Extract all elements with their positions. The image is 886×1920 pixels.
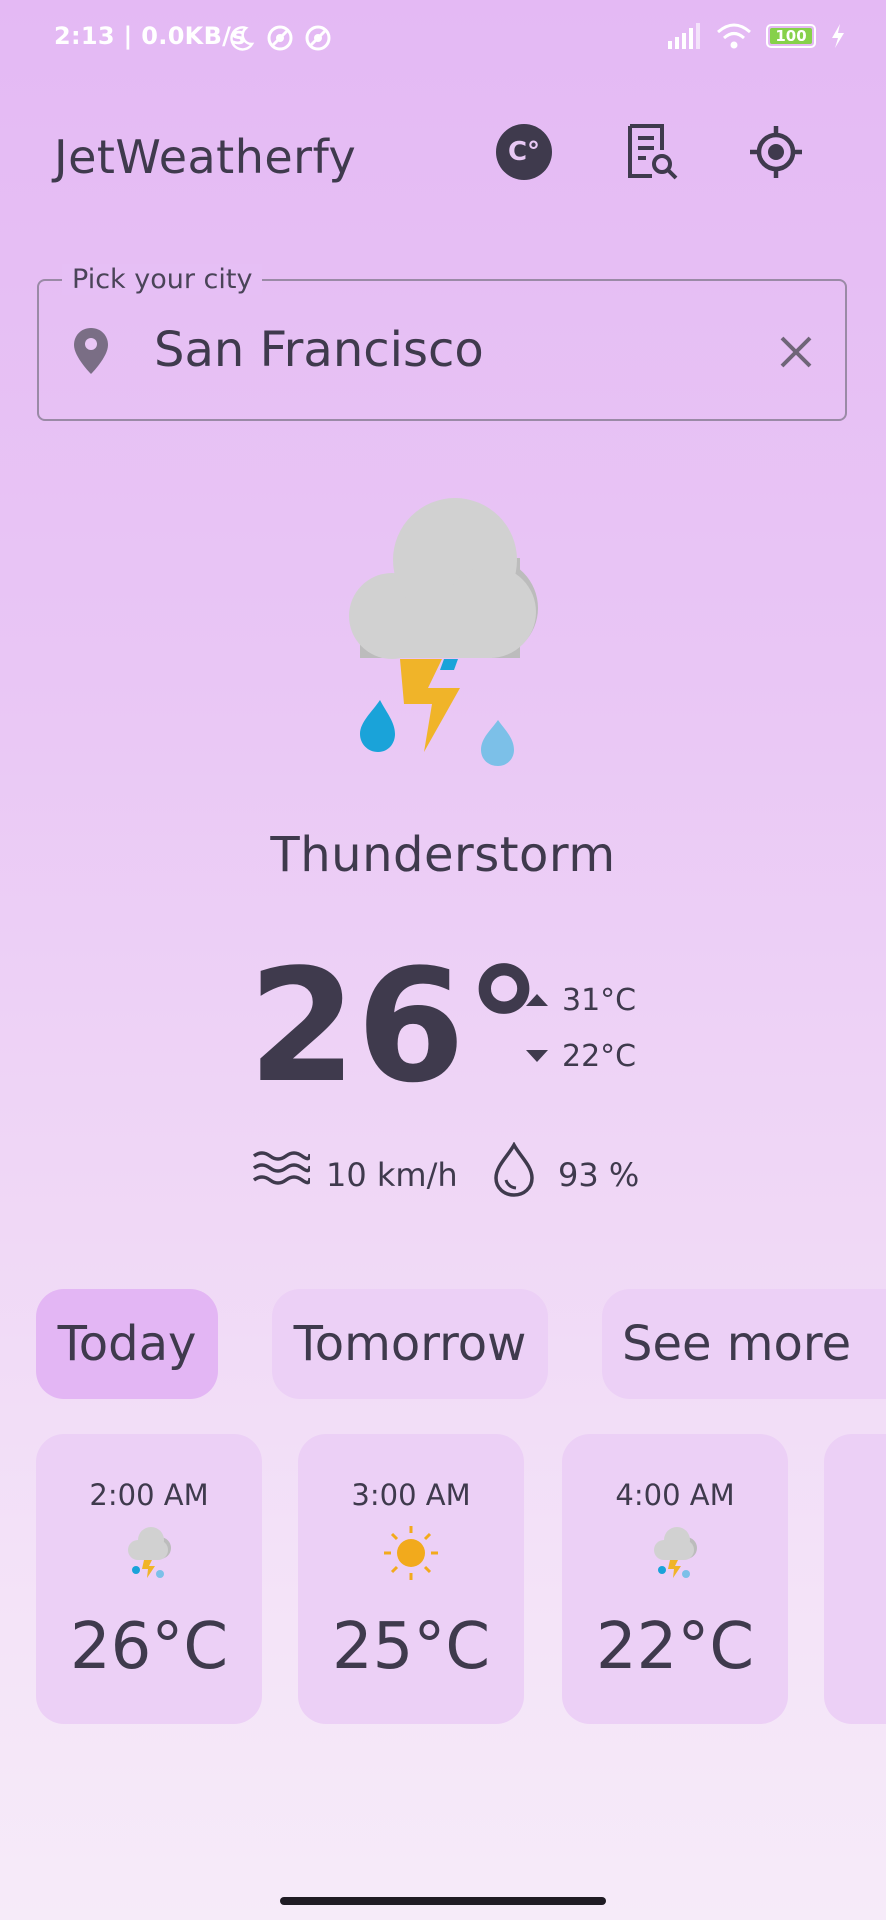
battery-icon: 100 xyxy=(766,24,816,48)
location-pin-icon xyxy=(74,328,108,374)
humidity-value: 93 % xyxy=(558,1156,640,1194)
moon-icon xyxy=(230,26,255,51)
search-document-icon[interactable] xyxy=(622,122,682,182)
tab-tomorrow[interactable]: Tomorrow xyxy=(272,1289,548,1399)
clear-icon[interactable] xyxy=(774,330,818,374)
current-temperature: 26° xyxy=(248,935,544,1117)
arrow-down-icon xyxy=(526,1050,548,1062)
weather-condition: Thunderstorm xyxy=(270,827,616,883)
notification-icon xyxy=(267,25,293,51)
city-input-value[interactable]: San Francisco xyxy=(154,322,484,378)
hour-temperature: 25°C xyxy=(331,1610,491,1684)
city-field-label: Pick your city xyxy=(62,264,263,295)
thunderstorm-icon xyxy=(654,1527,697,1578)
unit-toggle-button[interactable]: C° xyxy=(496,124,552,180)
humidity-drop-icon xyxy=(494,1142,534,1197)
hourly-card-peek[interactable] xyxy=(824,1434,886,1724)
high-low-temperature: 31°C 22°C xyxy=(526,972,636,1084)
tab-today[interactable]: Today xyxy=(36,1289,218,1399)
app-title: JetWeatherfy xyxy=(54,130,357,184)
charging-icon xyxy=(832,24,844,48)
arrow-up-icon xyxy=(526,994,548,1006)
wind-icon xyxy=(252,1151,310,1185)
wifi-icon xyxy=(717,23,751,49)
home-indicator[interactable] xyxy=(280,1897,606,1905)
low-temperature: 22°C xyxy=(562,1038,637,1074)
notification-icon-2 xyxy=(305,25,331,51)
hourly-card[interactable]: 4:00 AM 22°C xyxy=(562,1434,788,1724)
hour-time: 3:00 AM xyxy=(351,1478,471,1512)
status-icons-left xyxy=(228,24,332,52)
status-icons-right: 100 xyxy=(668,22,846,50)
hourly-card[interactable]: 2:00 AM 26°C xyxy=(36,1434,262,1724)
sun-icon xyxy=(384,1526,438,1580)
signal-icon xyxy=(668,23,700,49)
hour-temperature: 22°C xyxy=(595,1610,755,1684)
hourly-card[interactable]: 3:00 AM 25°C xyxy=(298,1434,524,1724)
my-location-icon[interactable] xyxy=(748,124,804,180)
hour-time: 4:00 AM xyxy=(615,1478,735,1512)
status-time: 2:13 | 0.0KB/s xyxy=(54,22,246,50)
high-temperature: 31°C xyxy=(562,982,637,1018)
thunderstorm-icon xyxy=(349,498,538,766)
battery-level: 100 xyxy=(775,27,807,45)
hour-temperature: 26°C xyxy=(69,1610,229,1684)
wind-speed: 10 km/h xyxy=(326,1156,458,1194)
tab-see-more[interactable]: See more xyxy=(602,1289,886,1399)
hour-time: 2:00 AM xyxy=(89,1478,209,1512)
thunderstorm-icon xyxy=(128,1527,171,1578)
